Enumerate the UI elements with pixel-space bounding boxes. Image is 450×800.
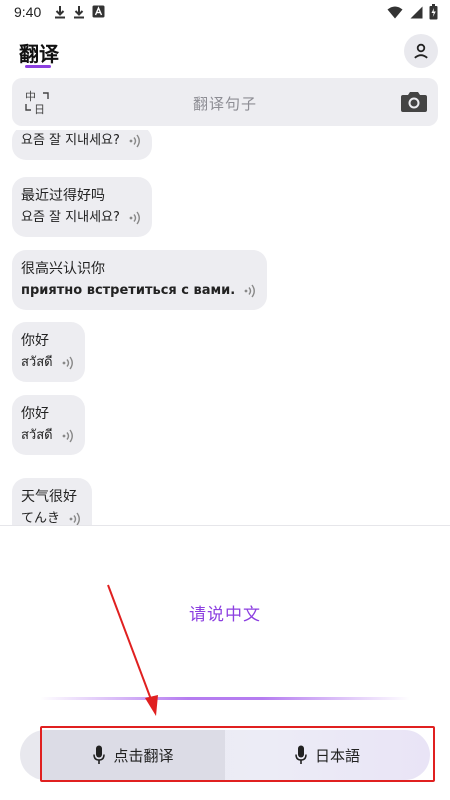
speaker-icon[interactable] xyxy=(128,133,142,149)
status-bar: 9:40 xyxy=(0,0,450,26)
camera-icon[interactable] xyxy=(400,89,428,115)
target-row: 요즘 잘 지내세요? xyxy=(21,130,142,152)
voice-input-panel: 请说中文 xyxy=(0,525,450,735)
message-bubble[interactable]: 最近过得好吗 요즘 잘 지내세요? xyxy=(12,177,152,237)
signal-icon xyxy=(410,6,423,18)
japanese-label: 日本語 xyxy=(314,746,360,765)
target-row: てんき xyxy=(21,508,82,525)
tap-translate-label: 点击翻译 xyxy=(113,746,174,765)
title-underline xyxy=(25,65,51,68)
speaker-icon[interactable] xyxy=(243,283,257,299)
message-bubble[interactable]: 你好 สวัสดี xyxy=(12,395,85,455)
speaker-icon[interactable] xyxy=(128,210,142,226)
source-text: 天气很好 xyxy=(21,489,77,505)
source-text: 你好 xyxy=(21,406,49,422)
target-text: 요즘 잘 지내세요? xyxy=(21,133,120,148)
target-row: 요즘 잘 지내세요? xyxy=(21,207,142,229)
target-text: สวัสดี xyxy=(21,428,53,443)
download-icon xyxy=(55,6,65,19)
voice-prompt: 请说中文 xyxy=(189,605,261,625)
target-row: приятно встретиться с вами. xyxy=(21,280,257,302)
speaker-icon[interactable] xyxy=(61,355,75,371)
user-icon xyxy=(414,43,428,59)
target-text: สวัสดี xyxy=(21,355,53,370)
target-row: สวัสดี xyxy=(21,352,75,374)
translate-input-bar[interactable]: 中 日 翻译句子 xyxy=(12,78,438,126)
message-bubble[interactable]: 你好 สวัสดี xyxy=(12,322,85,382)
microphone-icon xyxy=(93,745,106,764)
page-title: 翻译 xyxy=(19,42,59,66)
translation-history[interactable]: 요즘 잘 지내세요? 最近过得好吗 요즘 잘 지내세요? 很高兴认识你 прия… xyxy=(0,130,450,525)
search-placeholder[interactable]: 翻译句子 xyxy=(12,93,438,114)
notification-icons xyxy=(54,5,105,19)
download-icon xyxy=(74,6,84,19)
system-icons xyxy=(387,4,438,20)
target-row: สวัสดี xyxy=(21,425,75,447)
profile-button[interactable] xyxy=(404,34,438,68)
tap-translate-button[interactable]: 点击翻译 xyxy=(42,730,225,780)
target-text: てんき xyxy=(21,511,61,525)
source-text: 最近过得好吗 xyxy=(21,188,105,204)
speaker-icon[interactable] xyxy=(61,428,75,444)
source-text: 很高兴认识你 xyxy=(21,261,105,277)
voice-wave xyxy=(40,697,410,700)
language-mode-bar: 点击翻译 日本語 xyxy=(20,730,430,780)
message-bubble[interactable]: 很高兴认识你 приятно встретиться с вами. xyxy=(12,250,268,310)
battery-icon xyxy=(429,4,438,20)
message-bubble[interactable]: 天气很好 てんき xyxy=(12,478,93,525)
message-bubble[interactable]: 요즘 잘 지내세요? xyxy=(12,130,152,160)
target-text: 요즘 잘 지내세요? xyxy=(21,210,120,225)
microphone-icon xyxy=(295,745,307,764)
font-icon xyxy=(92,5,105,18)
source-text: 你好 xyxy=(21,333,49,349)
target-text: приятно встретиться с вами. xyxy=(21,283,236,298)
japanese-button[interactable]: 日本語 xyxy=(225,730,430,780)
speaker-icon[interactable] xyxy=(68,511,82,525)
wifi-icon xyxy=(387,6,403,18)
status-time: 9:40 xyxy=(14,4,42,20)
